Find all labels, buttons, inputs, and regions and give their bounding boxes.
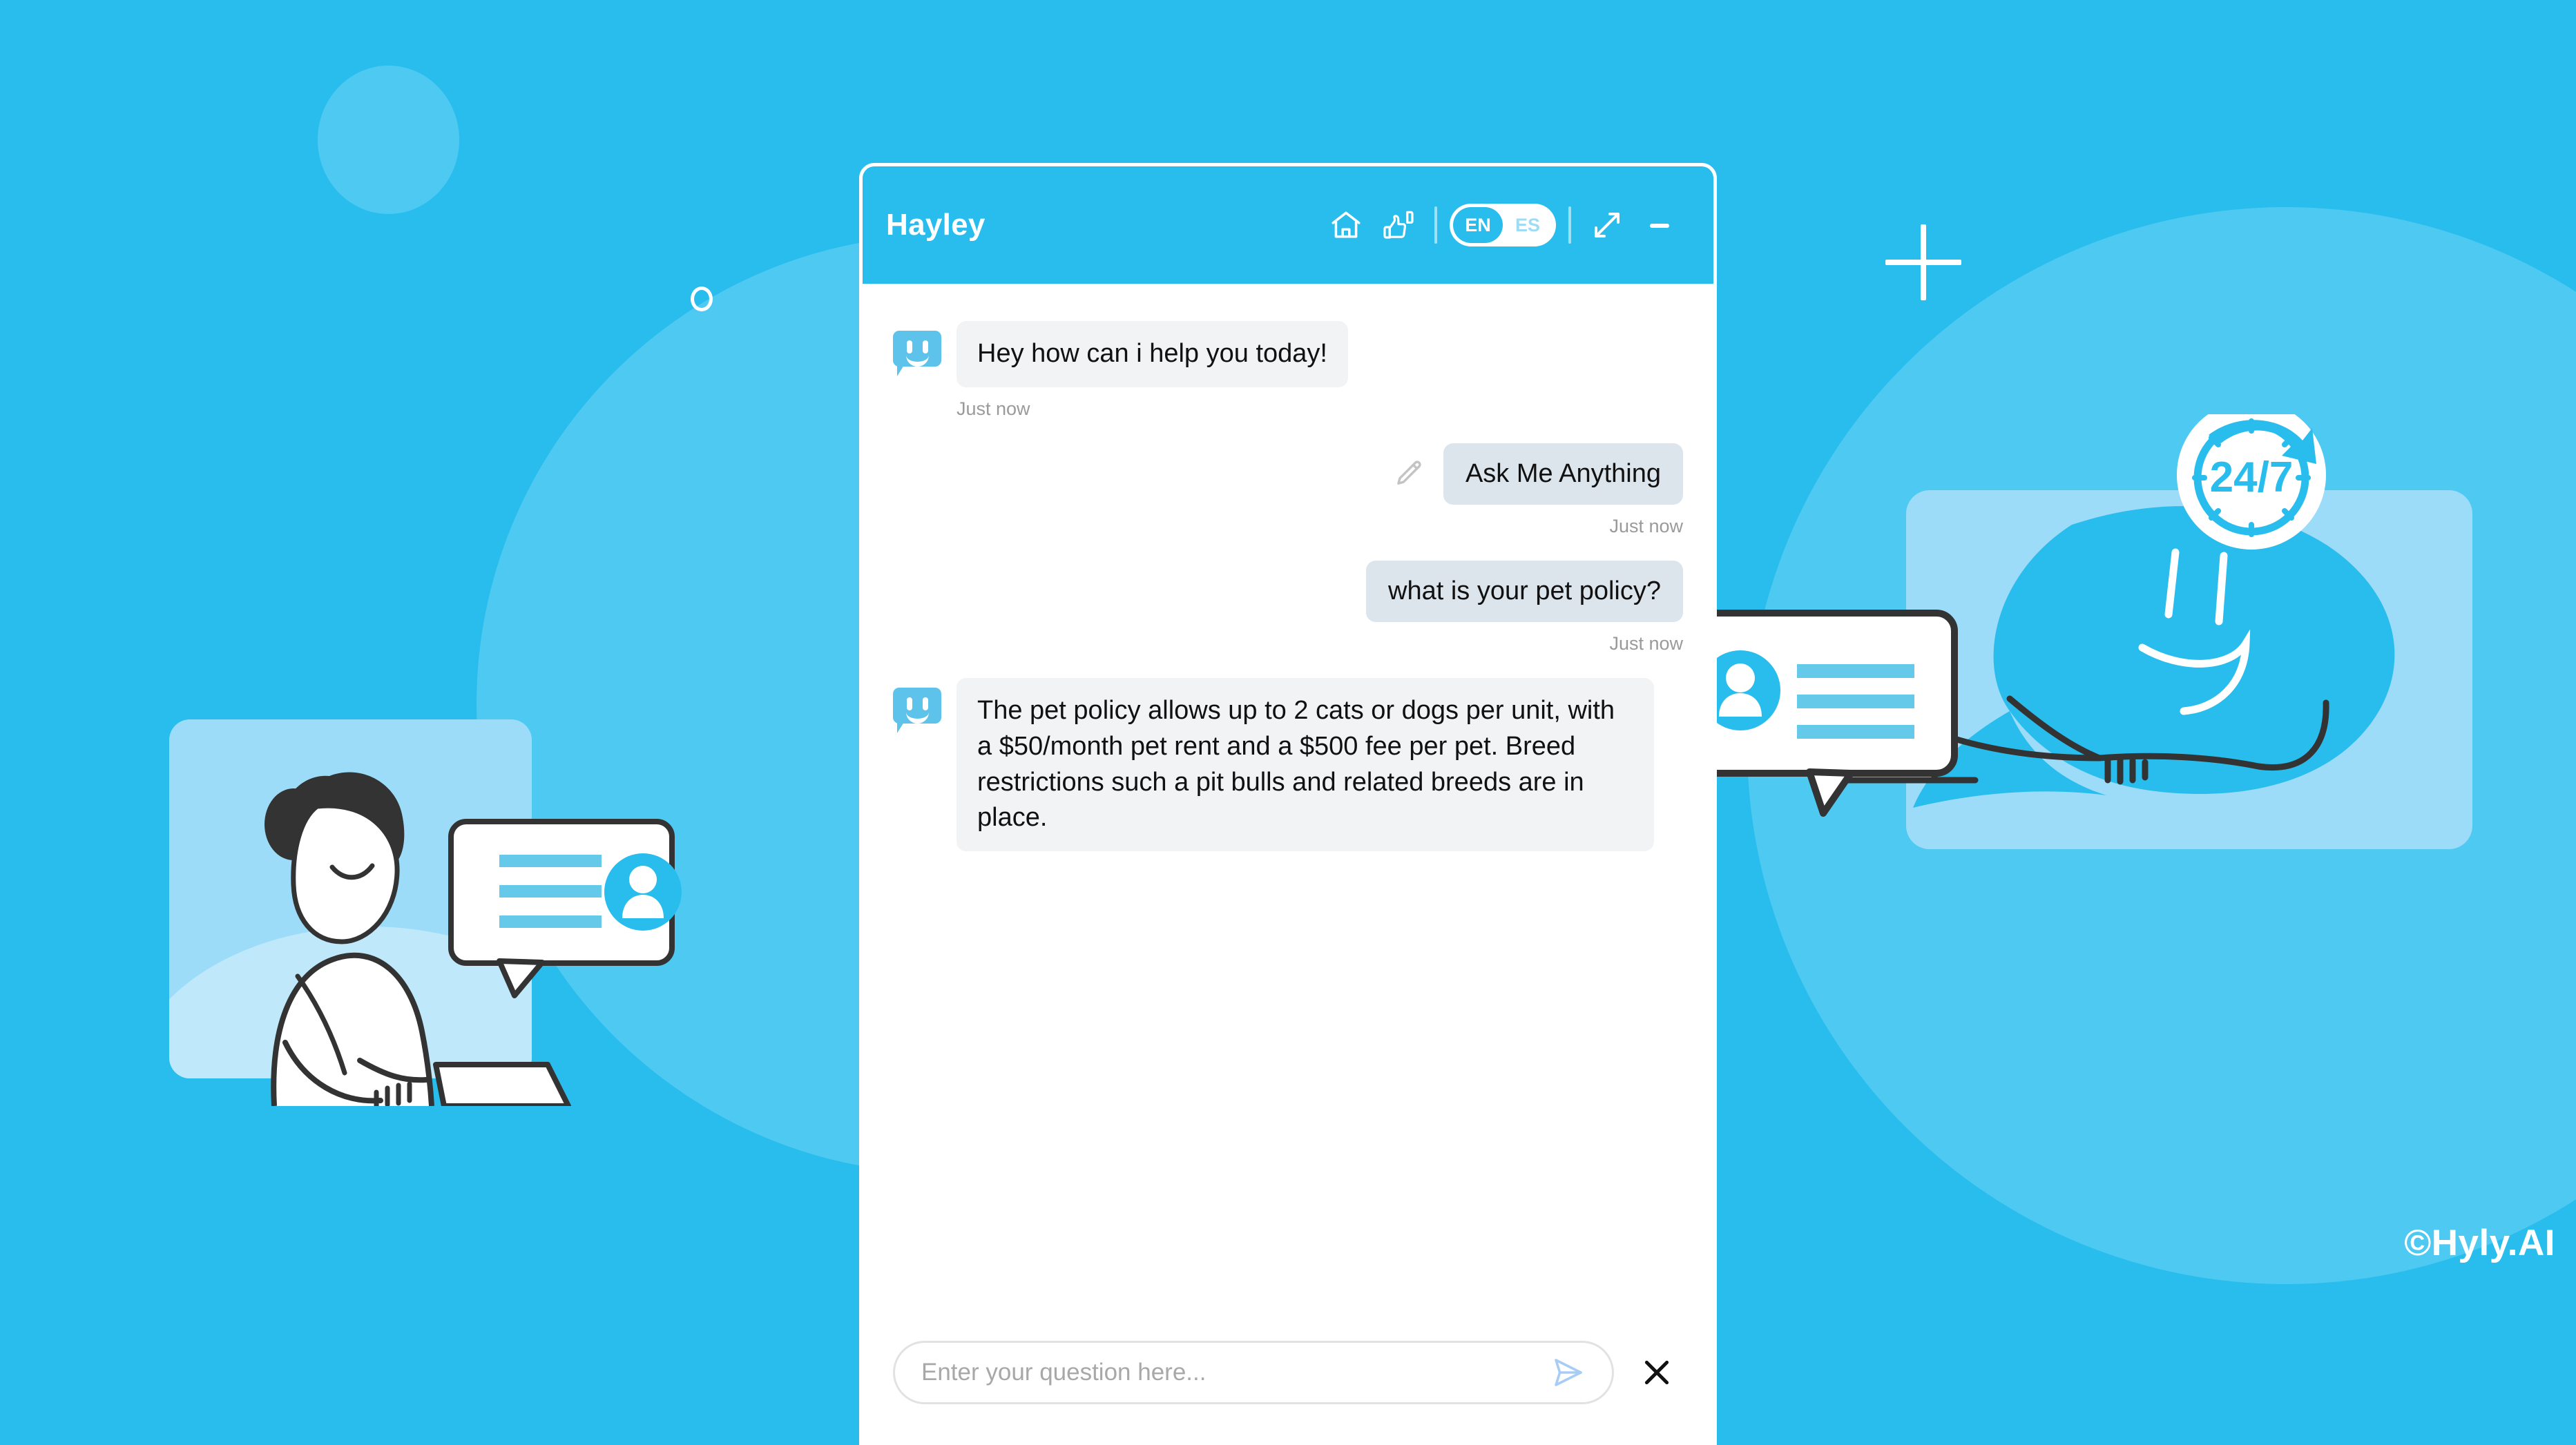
- header-divider-2: [1568, 206, 1571, 244]
- message-text: The pet policy allows up to 2 cats or do…: [957, 678, 1654, 852]
- send-icon[interactable]: [1544, 1348, 1593, 1397]
- illustration-agent-support: 24/7: [1685, 414, 2472, 939]
- header-actions: EN ES: [1320, 199, 1686, 251]
- chat-widget: Hayley EN ES Hey how can i help you toda…: [859, 163, 1717, 1445]
- illustration-left-art: [265, 772, 682, 1106]
- message-bot: The pet policy allows up to 2 cats or do…: [893, 678, 1683, 852]
- question-input-wrapper[interactable]: [893, 1341, 1614, 1404]
- message-user: what is your pet policy?: [893, 561, 1683, 623]
- background-circle-bottom-right: [2141, 1101, 2251, 1212]
- search-input[interactable]: [920, 1358, 1544, 1387]
- message-text: Hey how can i help you today!: [957, 321, 1348, 387]
- copyright-label: ©Hyly.AI: [2404, 1223, 2555, 1263]
- clock-label: 24/7: [2210, 454, 2294, 501]
- minimize-icon[interactable]: [1633, 199, 1686, 251]
- illustration-right-art: 24/7: [1689, 414, 2395, 817]
- thumbs-up-down-icon[interactable]: [1372, 199, 1425, 251]
- background-ellipse-top: [318, 66, 459, 214]
- timestamp: Just now: [1609, 516, 1683, 537]
- chat-composer: [863, 1303, 1713, 1442]
- timestamp: Just now: [957, 398, 1030, 419]
- chat-header: Hayley EN ES: [863, 166, 1713, 284]
- page-title: Hayley: [886, 208, 986, 242]
- language-toggle[interactable]: EN ES: [1450, 204, 1556, 246]
- language-option-es[interactable]: ES: [1503, 207, 1553, 243]
- close-icon[interactable]: [1631, 1346, 1683, 1399]
- message-timestamp-row: Just now: [893, 629, 1683, 654]
- home-icon[interactable]: [1320, 199, 1372, 251]
- message-timestamp-row: Just now: [893, 394, 1683, 420]
- language-option-en[interactable]: EN: [1453, 207, 1503, 243]
- chat-messages: Hey how can i help you today! Just now A…: [863, 284, 1713, 1303]
- illustration-woman-laptop: [169, 719, 701, 1106]
- message-text: what is your pet policy?: [1366, 561, 1683, 623]
- edit-pencil-icon[interactable]: [1391, 455, 1428, 492]
- bot-avatar: [893, 331, 941, 376]
- bot-avatar: [893, 688, 941, 734]
- circle-outline-icon: [691, 287, 713, 311]
- message-timestamp-row: Just now: [893, 512, 1683, 537]
- message-text: Ask Me Anything: [1443, 443, 1683, 505]
- expand-icon[interactable]: [1581, 199, 1633, 251]
- message-user: Ask Me Anything: [893, 443, 1683, 505]
- plus-icon: [1885, 224, 1961, 300]
- header-divider-1: [1434, 206, 1437, 244]
- message-bot: Hey how can i help you today!: [893, 321, 1683, 387]
- timestamp: Just now: [1609, 633, 1683, 654]
- page-background: 24/7 ©Hyly.AI Hayley EN ES Hey how can i…: [0, 0, 2576, 1445]
